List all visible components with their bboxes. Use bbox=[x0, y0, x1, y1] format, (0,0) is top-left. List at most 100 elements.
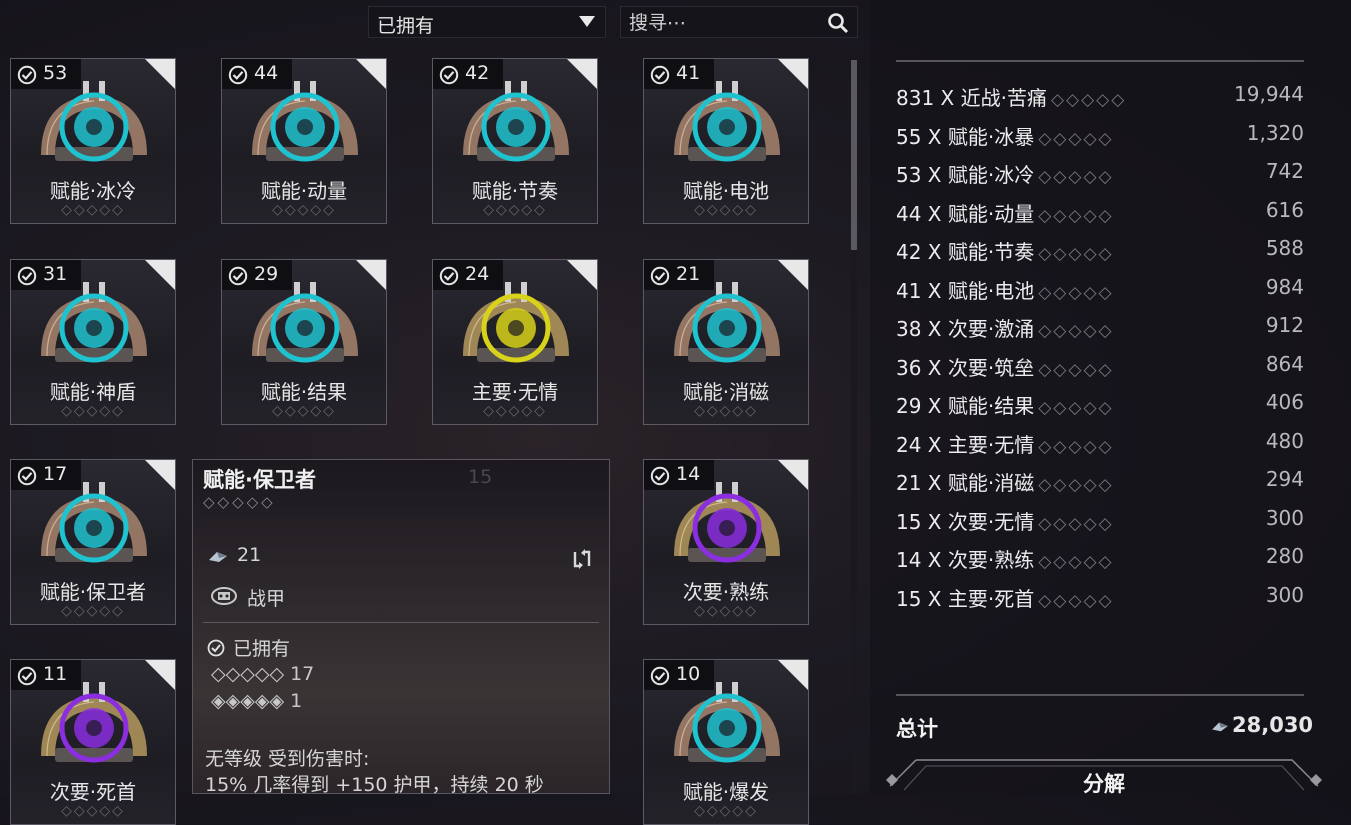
warframe-icon bbox=[211, 587, 237, 605]
corner-tag bbox=[778, 660, 808, 690]
flame-icon bbox=[41, 81, 147, 162]
tooltip-category: 战甲 bbox=[247, 588, 286, 610]
tooltip-rank: ◇◇◇◇◇ bbox=[203, 493, 276, 511]
search-icon[interactable] bbox=[827, 12, 849, 34]
summary-row-text: 55 X 赋能·冰暴 bbox=[896, 124, 1035, 149]
summary-row: 36 X 次要·筑垒 ◇◇◇◇◇ 864 bbox=[896, 352, 1304, 382]
scrollbar-thumb[interactable] bbox=[851, 60, 857, 250]
count-badge: 44 bbox=[222, 59, 292, 89]
card-count: 53 bbox=[43, 62, 68, 84]
summary-row-label: 44 X 赋能·动量 ◇◇◇◇◇ bbox=[896, 198, 1114, 227]
owned-check-icon bbox=[17, 466, 37, 486]
card-count: 21 bbox=[676, 263, 701, 285]
summary-row-text: 24 X 主要·无情 bbox=[896, 432, 1035, 457]
search-box[interactable] bbox=[620, 6, 858, 38]
summary-row-text: 42 X 赋能·节奏 bbox=[896, 240, 1035, 264]
summary-row-rank: ◇◇◇◇◇ bbox=[1038, 244, 1114, 264]
card-count: 14 bbox=[676, 463, 701, 485]
tooltip-desc-line2: 15% 几率得到 +150 护甲，持续 20 秒 bbox=[205, 774, 544, 796]
summary-row: 14 X 次要·熟练 ◇◇◇◇◇ 280 bbox=[896, 544, 1304, 574]
summary-row-value: 280 bbox=[1265, 544, 1304, 568]
tooltip-maxed-count: ◈◈◈◈◈ 1 bbox=[211, 690, 303, 712]
arcane-card[interactable]: 42 赋能·节奏 ◇◇◇◇◇ bbox=[432, 58, 598, 224]
grid-scrollbar[interactable] bbox=[851, 60, 857, 794]
owned-check-icon bbox=[439, 266, 459, 286]
summary-row: 42 X 赋能·节奏 ◇◇◇◇◇ 588 bbox=[896, 236, 1304, 266]
arcane-card[interactable]: 17 赋能·保卫者 ◇◇◇◇◇ bbox=[10, 459, 176, 625]
summary-row-value: 1,320 bbox=[1246, 120, 1304, 145]
summary-row: 38 X 次要·激涌 ◇◇◇◇◇ 912 bbox=[896, 313, 1304, 343]
card-name: 赋能·动量 bbox=[260, 179, 348, 203]
arcane-card[interactable]: 44 赋能·动量 ◇◇◇◇◇ bbox=[221, 58, 387, 224]
cross-icon bbox=[41, 482, 147, 563]
card-rank: ◇◇◇◇◇ bbox=[272, 403, 336, 419]
tooltip-endo-value: 21 bbox=[237, 544, 262, 566]
skull-icon bbox=[41, 682, 147, 763]
summary-row-label: 41 X 赋能·电池 ◇◇◇◇◇ bbox=[896, 275, 1114, 304]
arcane-card[interactable]: 53 赋能·冰冷 ◇◇◇◇◇ bbox=[10, 58, 176, 224]
owned-check-icon bbox=[228, 266, 248, 286]
swap-icon[interactable] bbox=[571, 548, 593, 570]
owned-check-icon bbox=[17, 666, 37, 686]
arcane-card[interactable]: 29 赋能·结果 ◇◇◇◇◇ bbox=[221, 259, 387, 425]
arcane-card[interactable]: 14 次要·熟练 ◇◇◇◇◇ bbox=[643, 459, 809, 625]
summary-row-label: 53 X 赋能·冰冷 ◇◇◇◇◇ bbox=[896, 159, 1114, 188]
summary-row-rank: ◇◇◇◇◇ bbox=[1038, 590, 1114, 611]
shield-icon bbox=[41, 282, 147, 363]
endo-icon bbox=[209, 552, 227, 562]
arcane-card[interactable]: 24 主要·无情 ◇◇◇◇◇ bbox=[432, 259, 598, 425]
count-badge: 11 bbox=[11, 660, 81, 690]
hidden-card-count: 15 bbox=[468, 466, 493, 488]
corner-tag bbox=[778, 59, 808, 89]
summary-row-rank: ◇◇◇◇◇ bbox=[1038, 552, 1114, 572]
card-count: 29 bbox=[254, 263, 279, 285]
card-rank: ◇◇◇◇◇ bbox=[694, 403, 758, 419]
card-count: 41 bbox=[676, 62, 701, 84]
summary-row-label: 15 X 主要·死首 ◇◇◇◇◇ bbox=[896, 583, 1114, 612]
card-rank: ◇◇◇◇◇ bbox=[61, 403, 125, 419]
card-count: 17 bbox=[43, 463, 68, 485]
count-badge: 24 bbox=[433, 260, 503, 290]
total-label: 总计 bbox=[896, 717, 938, 741]
tooltip-divider bbox=[203, 622, 599, 623]
ring-icon bbox=[252, 282, 358, 363]
nautilus-icon bbox=[463, 81, 569, 162]
corner-tag bbox=[145, 59, 175, 89]
burst-icon bbox=[674, 682, 780, 763]
ownership-filter-dropdown[interactable]: 已拥有 bbox=[368, 6, 606, 38]
owned-check-icon bbox=[228, 65, 248, 85]
summary-row: 21 X 赋能·消磁 ◇◇◇◇◇ 294 bbox=[896, 467, 1304, 497]
summary-row-text: 15 X 主要·死首 bbox=[896, 586, 1035, 611]
summary-row-rank: ◇◇◇◇◇ bbox=[1050, 90, 1127, 110]
summary-row-rank: ◇◇◇◇◇ bbox=[1038, 513, 1114, 534]
card-rank: ◇◇◇◇◇ bbox=[694, 603, 758, 619]
arcane-card[interactable]: 31 赋能·神盾 ◇◇◇◇◇ bbox=[10, 259, 176, 425]
summary-row-value: 588 bbox=[1265, 236, 1304, 260]
summary-row-label: 55 X 赋能·冰暴 ◇◇◇◇◇ bbox=[896, 121, 1114, 150]
arcane-card[interactable]: 41 赋能·电池 ◇◇◇◇◇ bbox=[643, 58, 809, 224]
summary-row-rank: ◇◇◇◇◇ bbox=[1038, 475, 1114, 495]
summary-row-value: 742 bbox=[1265, 159, 1304, 183]
arcane-tooltip: 赋能·保卫者 ◇◇◇◇◇ 21 战甲 已拥有 ◇◇◇◇◇ 17 ◈◈◈◈◈ 1 … bbox=[192, 459, 610, 796]
summary-row-text: 29 X 赋能·结果 bbox=[896, 394, 1035, 418]
arcane-card[interactable]: 10 赋能·爆发 ◇◇◇◇◇ bbox=[643, 659, 809, 825]
summary-row-rank: ◇◇◇◇◇ bbox=[1038, 359, 1114, 380]
search-input[interactable] bbox=[627, 10, 821, 36]
tooltip-title: 赋能·保卫者 bbox=[203, 468, 316, 492]
count-badge: 17 bbox=[11, 460, 81, 490]
arcane-card[interactable]: 21 赋能·消磁 ◇◇◇◇◇ bbox=[643, 259, 809, 425]
dissolve-button[interactable]: 分解 bbox=[886, 758, 1322, 796]
total-value: 28,030 bbox=[1210, 713, 1313, 737]
card-rank: ◇◇◇◇◇ bbox=[61, 202, 125, 218]
card-name: 赋能·冰冷 bbox=[49, 179, 137, 203]
card-name: 次要·死首 bbox=[49, 780, 137, 804]
summary-row-label: 36 X 次要·筑垒 ◇◇◇◇◇ bbox=[896, 352, 1114, 381]
card-rank: ◇◇◇◇◇ bbox=[272, 202, 336, 218]
arcane-card[interactable]: 11 次要·死首 ◇◇◇◇◇ bbox=[10, 659, 176, 825]
summary-row-label: 24 X 主要·无情 ◇◇◇◇◇ bbox=[896, 429, 1114, 458]
summary-row: 831 X 近战·苦痛 ◇◇◇◇◇ 19,944 bbox=[896, 82, 1304, 112]
summary-row-text: 41 X 赋能·电池 bbox=[896, 278, 1035, 303]
count-badge: 14 bbox=[644, 460, 714, 490]
summary-row-text: 15 X 次要·无情 bbox=[896, 509, 1035, 534]
tooltip-owned-label: 已拥有 bbox=[233, 638, 291, 660]
